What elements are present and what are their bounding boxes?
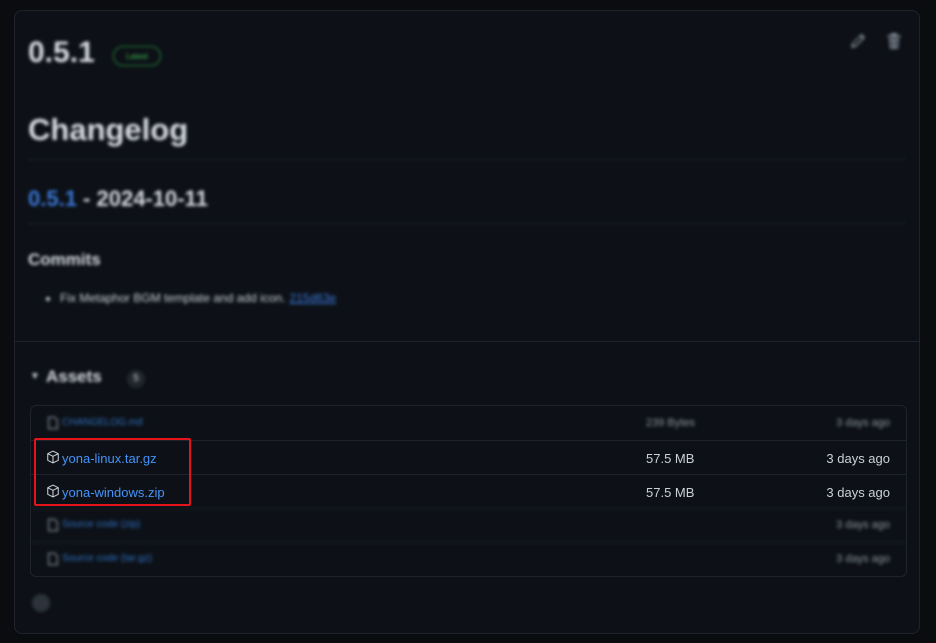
commits-heading: Commits: [28, 250, 101, 269]
asset-time: 3 days ago: [836, 553, 890, 565]
divider: [28, 223, 906, 224]
version-heading: 0.5.1 - 2024-10-11: [28, 186, 208, 212]
assets-count-badge: 5: [127, 370, 145, 388]
caret-down-icon[interactable]: ▼: [30, 371, 40, 382]
asset-time: 3 days ago: [826, 451, 890, 466]
assets-label[interactable]: Assets: [46, 367, 102, 387]
highlight-box: [34, 438, 191, 506]
commit-hash-link[interactable]: 215d63e: [289, 291, 336, 305]
asset-time: 3 days ago: [826, 485, 890, 500]
asset-name-link[interactable]: Source code (zip): [62, 519, 140, 530]
version-date: - 2024-10-11: [76, 186, 208, 211]
divider: [28, 159, 906, 160]
trash-icon[interactable]: [885, 32, 905, 52]
release-title[interactable]: 0.5.1: [28, 36, 95, 70]
pencil-icon[interactable]: [849, 32, 869, 52]
asset-time: 3 days ago: [836, 519, 890, 531]
asset-size: 57.5 MB: [646, 451, 695, 466]
smiley-icon[interactable]: [32, 594, 50, 612]
bullet: [46, 296, 50, 301]
file-zip-icon: [48, 518, 58, 532]
commit-text: Fix Metaphor BGM template and add icon.: [60, 291, 286, 305]
asset-time: 3 days ago: [836, 417, 890, 429]
changelog-heading: Changelog: [28, 112, 189, 147]
file-zip-icon: [48, 552, 58, 566]
asset-row[interactable]: Source code (tar.gz) 3 days ago: [31, 542, 906, 576]
asset-name-link[interactable]: Source code (tar.gz): [62, 553, 152, 564]
file-zip-icon: [48, 416, 58, 430]
asset-name-link[interactable]: CHANGELOG.md: [62, 417, 143, 428]
asset-size: 57.5 MB: [646, 485, 695, 500]
asset-row[interactable]: CHANGELOG.md 239 Bytes 3 days ago: [31, 407, 906, 441]
asset-row[interactable]: Source code (zip) 3 days ago: [31, 508, 906, 542]
commit-list-item: Fix Metaphor BGM template and add icon. 2…: [46, 291, 336, 305]
section-divider: [14, 341, 920, 342]
asset-size: 239 Bytes: [646, 417, 695, 429]
latest-badge: Latest: [113, 46, 161, 66]
version-link[interactable]: 0.5.1: [28, 186, 77, 211]
